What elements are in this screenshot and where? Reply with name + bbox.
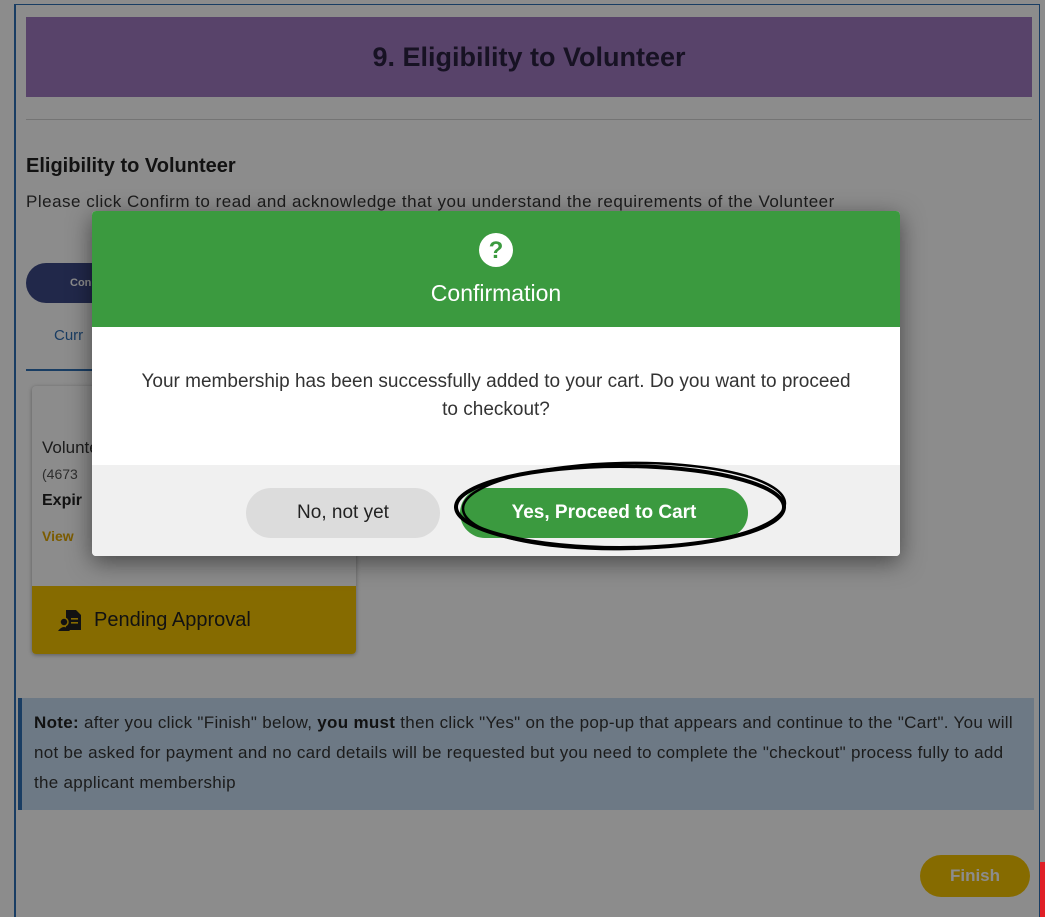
dialog-header: ? Confirmation xyxy=(92,211,900,327)
dialog-footer: No, not yet Yes, Proceed to Cart xyxy=(92,465,900,556)
confirmation-dialog: ? Confirmation Your membership has been … xyxy=(92,211,900,556)
question-icon: ? xyxy=(479,232,513,267)
no-not-yet-button[interactable]: No, not yet xyxy=(246,488,440,538)
proceed-to-cart-button[interactable]: Yes, Proceed to Cart xyxy=(460,488,748,538)
edge-marker xyxy=(1040,862,1045,917)
dialog-message: Your membership has been successfully ad… xyxy=(141,371,851,420)
dialog-title: Confirmation xyxy=(430,279,562,306)
svg-text:?: ? xyxy=(489,237,504,264)
